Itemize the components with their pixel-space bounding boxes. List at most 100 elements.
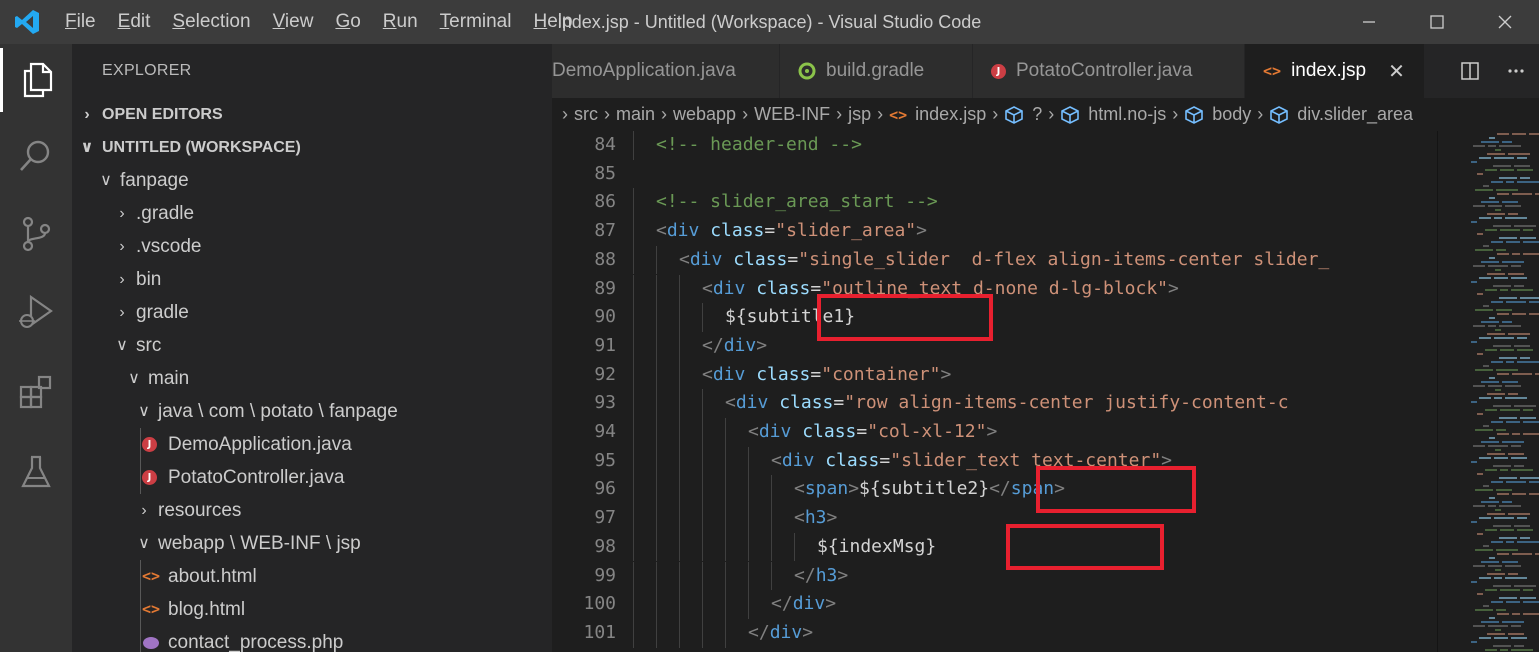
search-icon[interactable]: [0, 124, 72, 188]
extensions-icon[interactable]: [0, 360, 72, 424]
tree-item[interactable]: › resources: [72, 494, 552, 527]
minimap-line: [1517, 529, 1533, 531]
minimap-line: [1488, 565, 1502, 567]
indent-guide: [725, 418, 726, 447]
explorer-icon[interactable]: [0, 48, 72, 112]
tree-item[interactable]: ∨ src: [72, 329, 552, 362]
minimap-line: [1491, 541, 1503, 543]
code-token: >: [916, 220, 927, 242]
tree-item[interactable]: ∨ main: [72, 362, 552, 395]
breadcrumb-item[interactable]: html.no-js: [1060, 104, 1166, 125]
tree-item[interactable]: ∨ fanpage: [72, 164, 552, 197]
menu-item-go[interactable]: Go: [324, 0, 371, 44]
minimap-line: [1485, 469, 1497, 471]
menu-item-edit[interactable]: Edit: [107, 0, 162, 44]
tree-item[interactable]: ∨ webapp \ WEB-INF \ jsp: [72, 527, 552, 560]
chevron-right-icon: ›: [119, 238, 125, 255]
menu-item-view[interactable]: View: [262, 0, 325, 44]
open-editors-section[interactable]: › OPEN EDITORS: [72, 98, 552, 131]
tree-item[interactable]: › gradle: [72, 296, 552, 329]
indent-guide: [748, 561, 749, 591]
more-actions-icon[interactable]: [1493, 61, 1539, 81]
minimap-line: [1477, 293, 1483, 295]
line-number: 101: [583, 621, 616, 643]
tab-demoapplication-java[interactable]: DemoApplication.java: [552, 44, 780, 98]
breadcrumb-item[interactable]: src: [574, 104, 598, 125]
indent-guide: [725, 561, 726, 591]
menu-item-help[interactable]: Help: [522, 0, 583, 44]
tree-item[interactable]: J DemoApplication.java: [72, 428, 552, 461]
minimap-line: [1514, 165, 1530, 167]
tree-item[interactable]: › bin: [72, 263, 552, 296]
indent-guide: [140, 428, 141, 461]
tree-item[interactable]: <> about.html: [72, 560, 552, 593]
indent-guide: [679, 303, 680, 332]
minimap[interactable]: [1437, 131, 1539, 652]
breadcrumb-item[interactable]: <> index.jsp: [889, 104, 986, 125]
minimap-line: [1502, 321, 1512, 323]
close-tab-icon[interactable]: ✕: [1388, 59, 1405, 84]
code-token: <: [771, 449, 782, 471]
minimap-line: [1511, 649, 1533, 651]
indent-guide: [702, 618, 703, 648]
code-token: class: [756, 363, 811, 385]
close-window-icon[interactable]: [1471, 0, 1539, 44]
breadcrumb-item[interactable]: main: [616, 104, 655, 125]
indent-guide: [702, 504, 703, 533]
breadcrumb-item[interactable]: jsp: [848, 104, 871, 125]
tree-item[interactable]: ∨ java \ com \ potato \ fanpage: [72, 395, 552, 428]
minimap-line: [1493, 465, 1511, 467]
code-token: ${indexMsg}: [817, 535, 937, 557]
minimap-line: [1497, 253, 1509, 255]
run-debug-icon[interactable]: [0, 280, 72, 344]
minimap-line: [1499, 597, 1517, 599]
menu-item-file[interactable]: File: [54, 0, 107, 44]
workspace-section[interactable]: ∨ UNTITLED (WORKSPACE): [72, 131, 552, 164]
code-line: 85: [552, 160, 1437, 189]
minimap-line: [1523, 601, 1539, 603]
tree-item[interactable]: › .vscode: [72, 230, 552, 263]
testing-icon[interactable]: [0, 440, 72, 504]
tree-item-label: blog.html: [168, 599, 246, 620]
code-token: >: [825, 593, 837, 615]
minimap-line: [1481, 261, 1499, 263]
minimap-line: [1520, 177, 1530, 179]
menu-item-run[interactable]: Run: [372, 0, 429, 44]
tree-item[interactable]: › .gradle: [72, 197, 552, 230]
minimap-line: [1505, 577, 1527, 579]
minimap-line: [1494, 277, 1508, 279]
source-control-icon[interactable]: [0, 202, 72, 266]
maximize-icon[interactable]: [1403, 0, 1471, 44]
minimap-line: [1508, 573, 1518, 575]
split-editor-icon[interactable]: [1447, 61, 1493, 81]
code-line: 95 <div class="slider_text text-center">: [552, 447, 1437, 476]
minimap-line: [1500, 409, 1520, 411]
indent-guide: [656, 504, 657, 533]
tab-index-jsp[interactable]: <> index.jsp ✕: [1245, 44, 1425, 98]
breadcrumb-item[interactable]: webapp: [673, 104, 736, 125]
tree-item[interactable]: J PotatoController.java: [72, 461, 552, 494]
breadcrumb-item[interactable]: div.slider_area: [1269, 104, 1413, 125]
breadcrumb-item[interactable]: ?: [1004, 104, 1042, 125]
line-number: 99: [594, 564, 616, 586]
minimap-line: [1477, 233, 1483, 235]
indent-guide: [771, 532, 772, 562]
code-token: <!-- header-end -->: [656, 134, 862, 155]
breadcrumb-item[interactable]: WEB-INF: [754, 104, 830, 125]
tree-item[interactable]: contact_process.php: [72, 626, 552, 652]
code-line: 86 <!-- slider_area_start -->: [552, 188, 1437, 217]
minimap-line: [1494, 337, 1514, 339]
jsp-file-icon: <>: [889, 105, 908, 124]
code-editor[interactable]: 84 <!-- header-end --> 85 86 <!-- slider_are…: [552, 131, 1437, 652]
minimize-icon[interactable]: [1335, 0, 1403, 44]
menu-item-selection[interactable]: Selection: [161, 0, 261, 44]
menu-item-terminal[interactable]: Terminal: [429, 0, 523, 44]
tab-build-gradle[interactable]: build.gradle: [780, 44, 973, 98]
tree-item[interactable]: <> blog.html: [72, 593, 552, 626]
minimap-line: [1496, 549, 1518, 551]
indent-guide: [633, 303, 634, 332]
breadcrumb-item[interactable]: body: [1184, 104, 1251, 125]
minimap-line: [1488, 385, 1502, 387]
tab-potatocontroller-java[interactable]: J PotatoController.java: [973, 44, 1245, 98]
indent-guide: [679, 331, 680, 361]
